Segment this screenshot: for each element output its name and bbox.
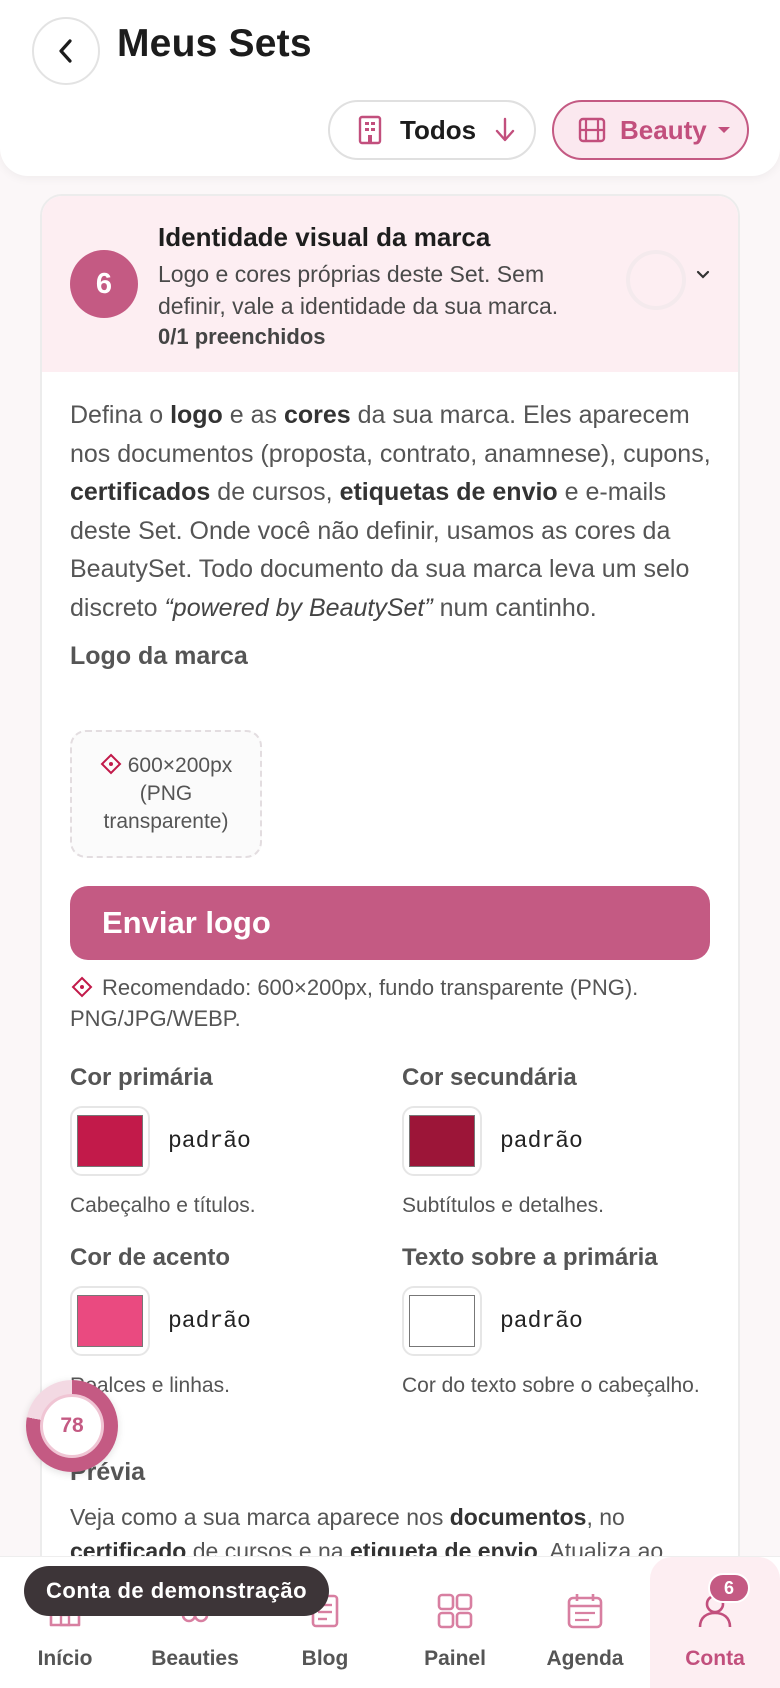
color-value: padrão bbox=[168, 1308, 251, 1334]
color-swatch bbox=[409, 1115, 475, 1167]
film-icon bbox=[578, 117, 606, 143]
color-help: Cor do texto sobre o cabeçalho. bbox=[402, 1374, 700, 1397]
color-secondary-picker[interactable] bbox=[402, 1106, 482, 1176]
nav-item-painel[interactable]: Painel bbox=[390, 1557, 520, 1688]
arrow-down-icon bbox=[494, 117, 516, 143]
building-icon bbox=[358, 115, 382, 145]
color-help: Subtítulos e detalhes. bbox=[402, 1194, 604, 1217]
color-value: padrão bbox=[168, 1128, 251, 1154]
color-help: Realces e linhas. bbox=[70, 1374, 230, 1397]
upload-logo-button[interactable]: Enviar logo bbox=[70, 886, 710, 960]
filter-beauty-label: Beauty bbox=[620, 114, 707, 145]
nav-item-conta[interactable]: Conta 6 bbox=[650, 1557, 780, 1688]
logo-label: Logo da marca bbox=[70, 642, 248, 670]
filter-todos-button[interactable]: Todos bbox=[328, 100, 536, 160]
score-badge[interactable]: 78 bbox=[26, 1380, 118, 1472]
color-help: Cabeçalho e títulos. bbox=[70, 1194, 256, 1217]
color-swatch bbox=[409, 1295, 475, 1347]
logo-dropzone[interactable]: 600×200px (PNG transparente) bbox=[70, 730, 262, 858]
color-swatch bbox=[77, 1295, 143, 1347]
section-count: 0/1 preenchidos bbox=[158, 324, 326, 349]
color-value: padrão bbox=[500, 1308, 583, 1334]
ticket-icon bbox=[100, 753, 122, 775]
chevron-down-icon[interactable] bbox=[696, 270, 710, 280]
filter-todos-label: Todos bbox=[400, 114, 477, 145]
section-header[interactable]: 6 Identidade visual da marca Logo e core… bbox=[42, 196, 738, 372]
back-button[interactable] bbox=[32, 17, 100, 85]
section-description: Logo e cores próprias deste Set. Sem def… bbox=[158, 261, 559, 319]
ticket-icon bbox=[71, 976, 93, 998]
logo-hint: Recomendado: 600×200px, fundo transparen… bbox=[70, 975, 639, 1031]
nav-item-agenda[interactable]: Agenda bbox=[520, 1557, 650, 1688]
grid-icon bbox=[435, 1589, 475, 1633]
caret-down-icon bbox=[717, 125, 731, 135]
score-value: 78 bbox=[40, 1394, 104, 1458]
color-value: padrão bbox=[500, 1128, 583, 1154]
brand-identity-card: 6 Identidade visual da marca Logo e core… bbox=[40, 194, 740, 1688]
notification-badge: 6 bbox=[708, 1573, 750, 1603]
demo-account-pill[interactable]: Conta de demonstração bbox=[24, 1566, 330, 1616]
section-title: Identidade visual da marca bbox=[158, 222, 491, 252]
calendar-icon bbox=[565, 1589, 605, 1633]
color-primary-picker[interactable] bbox=[70, 1106, 150, 1176]
color-text-on-primary: Texto sobre a primária padrão Cor do tex… bbox=[402, 1244, 702, 1402]
color-secondary: Cor secundária padrão Subtítulos e detal… bbox=[402, 1064, 702, 1222]
color-accent-picker[interactable] bbox=[70, 1286, 150, 1356]
chevron-left-icon bbox=[59, 39, 72, 63]
page-title: Meus Sets bbox=[117, 22, 312, 65]
color-text-on-primary-picker[interactable] bbox=[402, 1286, 482, 1356]
color-primary: Cor primária padrão Cabeçalho e títulos. bbox=[70, 1064, 370, 1222]
header: Meus Sets Todos Beauty bbox=[0, 0, 780, 176]
progress-ring-icon bbox=[626, 250, 686, 310]
logo-placeholder: 600×200px (PNG transparente) bbox=[103, 754, 233, 833]
filter-beauty-button[interactable]: Beauty bbox=[552, 100, 749, 160]
color-swatch bbox=[77, 1115, 143, 1167]
step-badge: 6 bbox=[70, 250, 138, 318]
color-accent: Cor de acento padrão Realces e linhas. bbox=[70, 1244, 370, 1402]
section-intro: Defina o logo e as cores da sua marca. E… bbox=[70, 401, 711, 622]
